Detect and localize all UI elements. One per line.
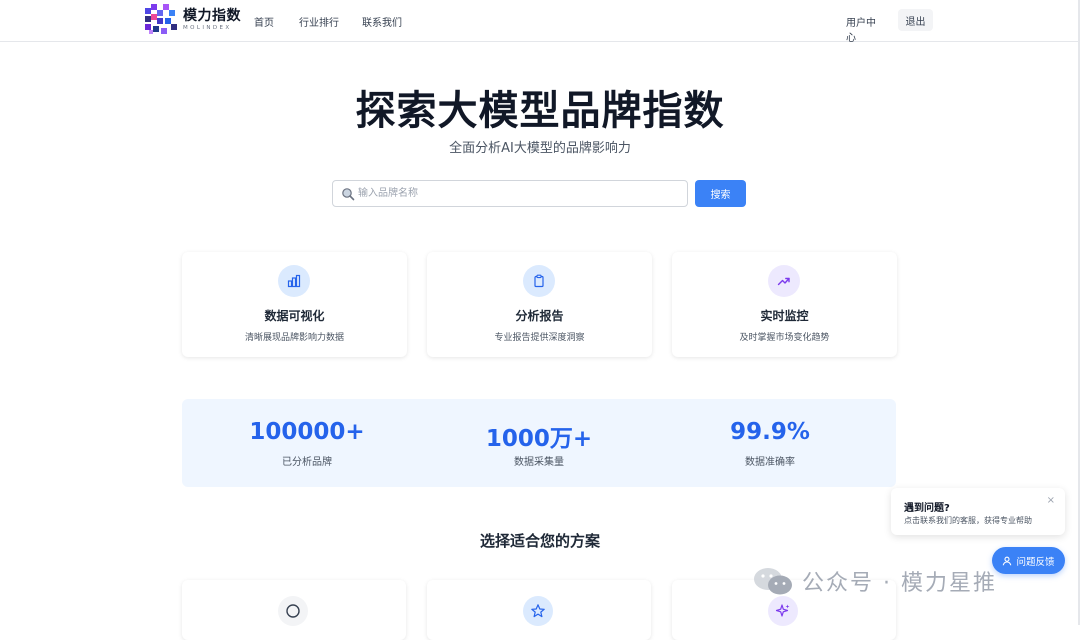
stats-panel: 100000+ 已分析品牌 1000万+ 数据采集量 99.9% 数据准确率 [182, 399, 896, 487]
search-button[interactable]: 搜索 [695, 180, 746, 207]
top-navbar: 模力指数 MOLINDEX 首页 行业排行 联系我们 用户中心 退出 [0, 0, 1078, 44]
help-popup: 遇到问题? 点击联系我们的客服，获得专业帮助 × [891, 488, 1065, 535]
hero-subtitle: 全面分析AI大模型的品牌影响力 [449, 141, 631, 156]
feature-desc: 及时掌握市场变化趋势 [739, 333, 830, 343]
logo-title: 模力指数 [183, 7, 241, 24]
search-box[interactable] [332, 180, 688, 207]
user-center-link[interactable]: 用户中心 [846, 14, 882, 44]
logout-button[interactable]: 退出 [898, 9, 933, 31]
feature-title: 分析报告 [515, 309, 564, 323]
circle-icon [278, 596, 308, 626]
feature-title: 数据可视化 [264, 309, 325, 323]
feature-desc: 清晰展现品牌影响力数据 [244, 333, 344, 343]
feedback-button[interactable]: 问题反馈 [992, 547, 1065, 574]
close-icon[interactable]: × [1047, 495, 1055, 506]
plan-card-pro[interactable] [427, 580, 651, 640]
feature-desc: 专业报告提供深度洞察 [494, 333, 585, 343]
feedback-button-label: 问题反馈 [1016, 556, 1055, 568]
feature-card-report: 分析报告 专业报告提供深度洞察 [427, 252, 652, 357]
feature-title: 实时监控 [760, 309, 809, 323]
clipboard-icon [523, 265, 555, 297]
popup-text: 点击联系我们的客服，获得专业帮助 [904, 516, 1032, 525]
watermark: 公众号 · 模力星推 [752, 563, 997, 599]
nav-link-contact[interactable]: 联系我们 [362, 14, 402, 29]
trend-up-icon [768, 265, 800, 297]
user-icon [1003, 556, 1012, 565]
logo-mark-icon [145, 4, 177, 34]
stat-value: 1000万+ [485, 426, 593, 452]
logo-text: 模力指数 MOLINDEX [183, 9, 241, 32]
feature-card-visualization: 数据可视化 清晰展现品牌影响力数据 [182, 252, 407, 357]
stat-label: 数据采集量 [514, 457, 564, 468]
popup-title: 遇到问题? [904, 503, 950, 514]
stat-brands: 100000+ 已分析品牌 [188, 399, 426, 487]
stat-accuracy: 99.9% 数据准确率 [651, 399, 889, 487]
stat-label: 已分析品牌 [282, 457, 332, 468]
hero-title: 探索大模型品牌指数 [355, 88, 725, 134]
bar-chart-icon [278, 265, 310, 297]
wechat-icon [754, 568, 792, 595]
nav-link-home[interactable]: 首页 [254, 14, 274, 29]
magnifier-icon [342, 188, 355, 201]
sparkle-icon [768, 596, 798, 626]
stat-value: 100000+ [249, 419, 365, 445]
stat-label: 数据准确率 [745, 457, 795, 468]
logo-subtitle: MOLINDEX [183, 24, 232, 31]
stat-data-volume: 1000万+ 数据采集量 [420, 399, 658, 487]
search-input[interactable] [358, 181, 678, 206]
star-icon [523, 596, 553, 626]
nav-link-ranking[interactable]: 行业排行 [299, 14, 339, 29]
feature-card-monitoring: 实时监控 及时掌握市场变化趋势 [672, 252, 897, 357]
plan-card-basic[interactable] [182, 580, 406, 640]
stat-value: 99.9% [730, 419, 810, 445]
logo[interactable]: 模力指数 MOLINDEX [145, 4, 241, 36]
watermark-text: 公众号 · 模力星推 [802, 571, 997, 596]
